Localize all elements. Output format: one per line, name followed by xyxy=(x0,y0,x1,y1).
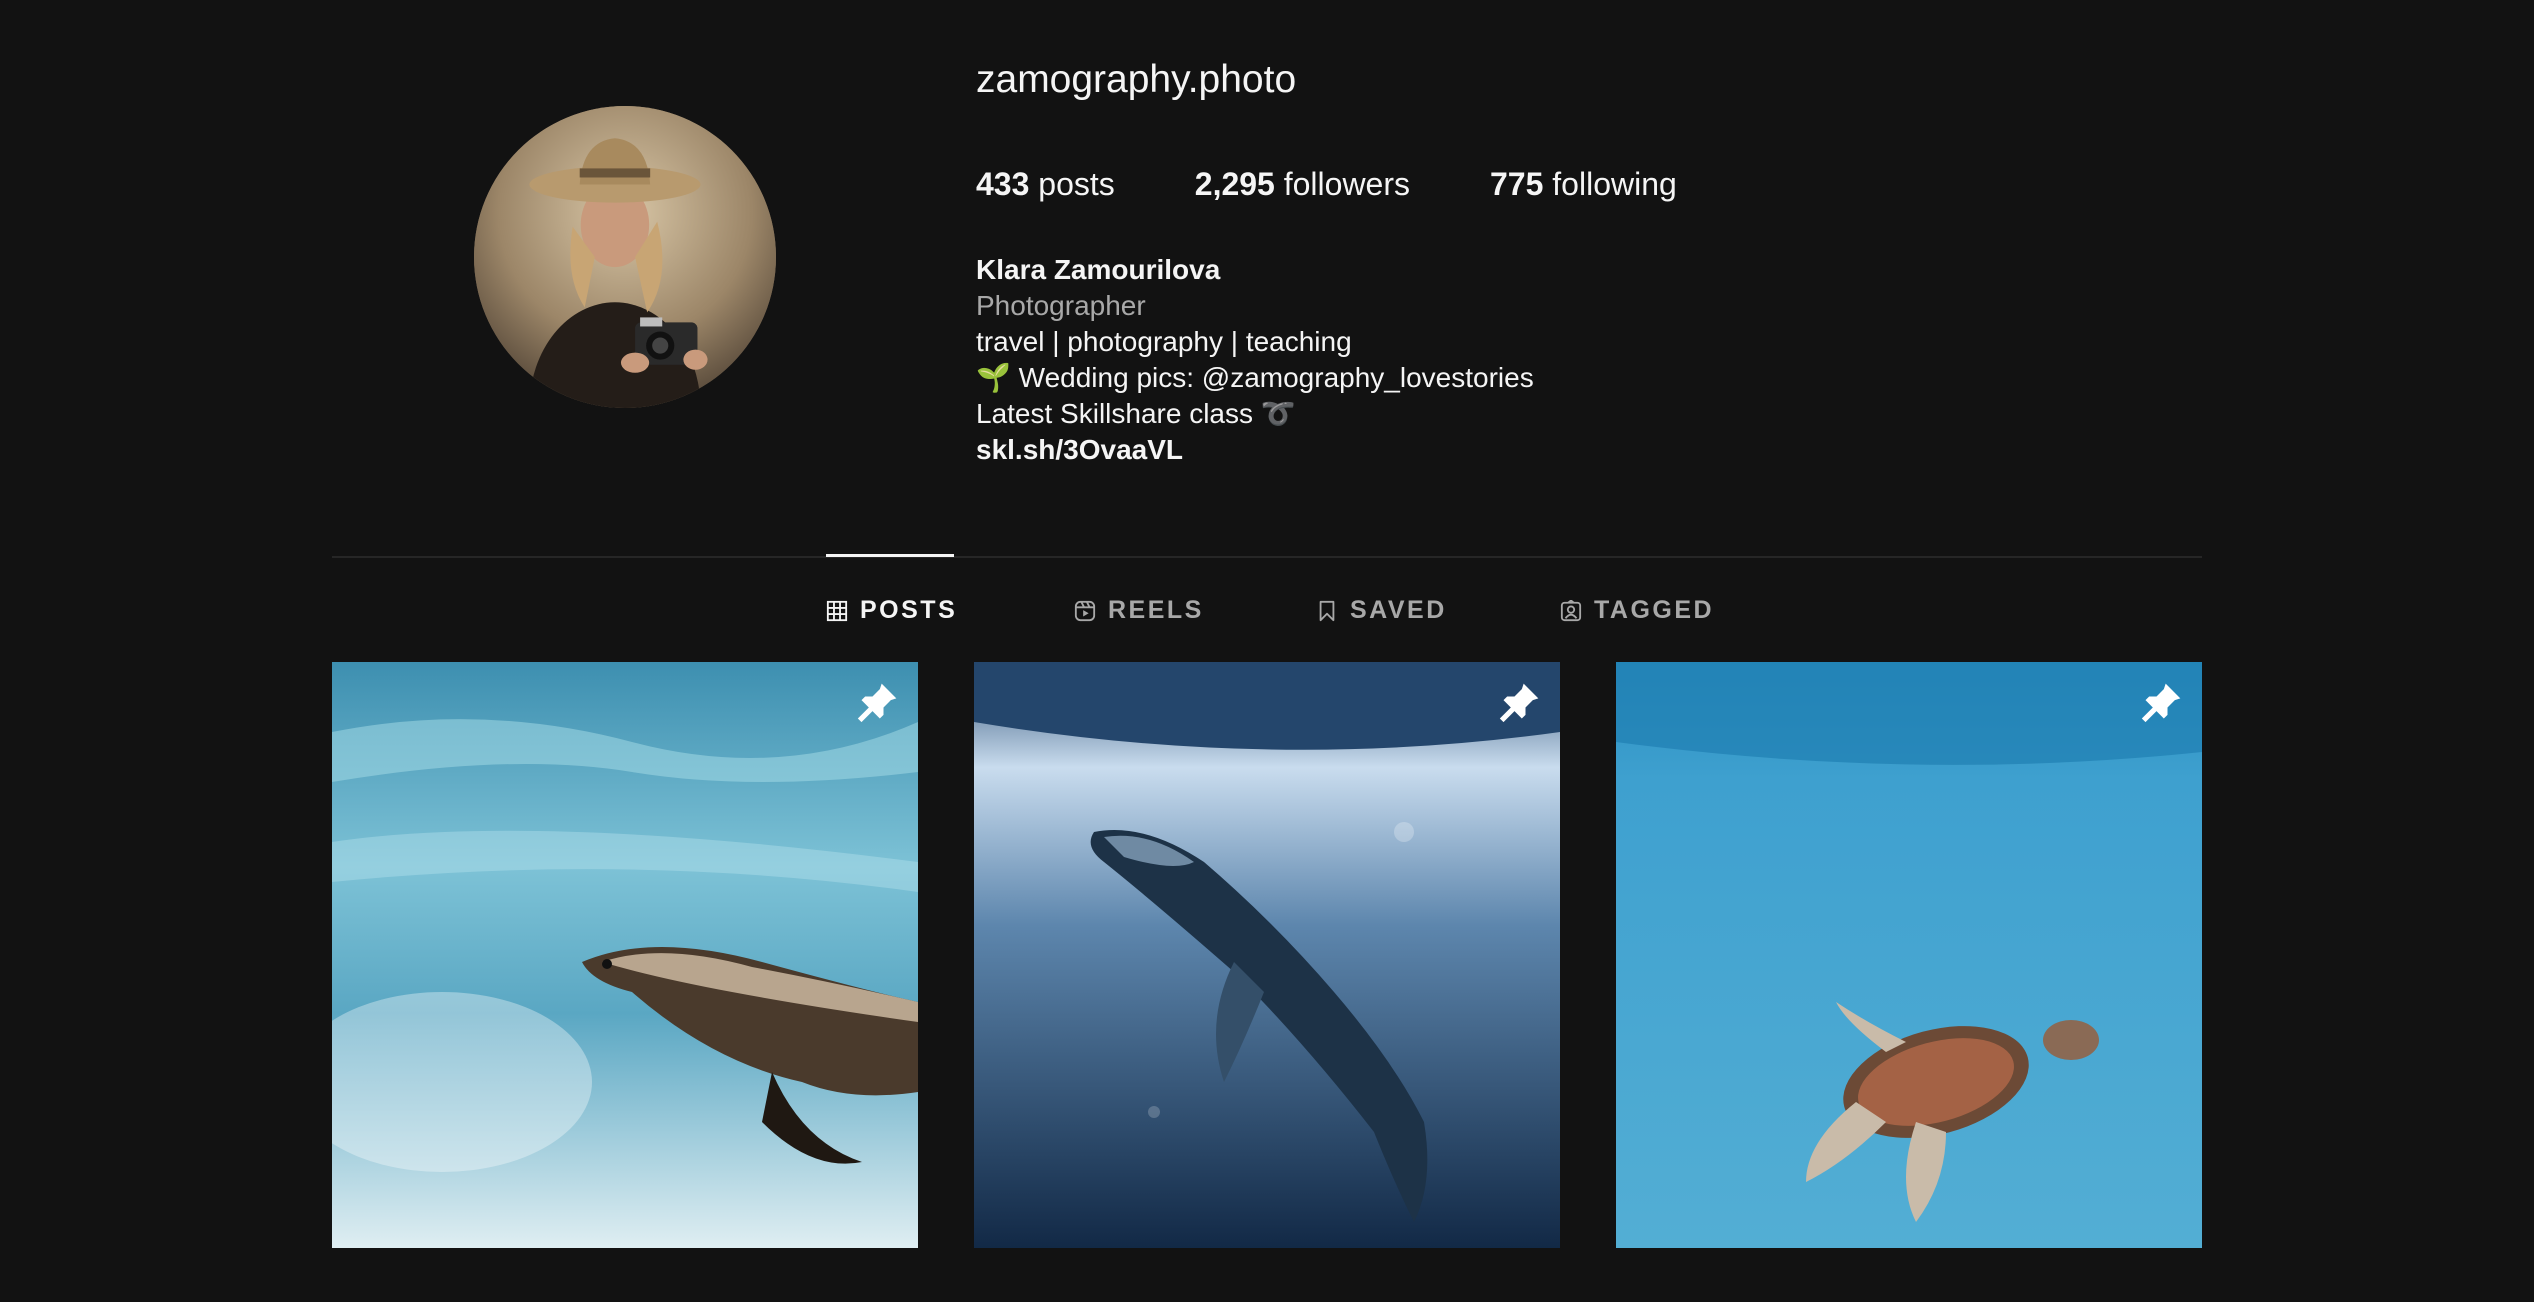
following-label: following xyxy=(1552,166,1677,202)
active-tab-indicator xyxy=(826,554,954,557)
tagged-user-icon xyxy=(1560,599,1582,621)
followers-stat[interactable]: 2,295 followers xyxy=(1195,166,1410,203)
reels-icon xyxy=(1074,600,1096,621)
tab-posts-label: POSTS xyxy=(860,596,958,624)
sea-turtle-photo xyxy=(1616,662,2202,1248)
bio-line-2: 🌱 Wedding pics: @zamography_lovestories xyxy=(976,360,1534,396)
tabs-divider xyxy=(332,556,2202,558)
profile-avatar[interactable] xyxy=(474,106,776,408)
posts-stat: 433 posts xyxy=(976,166,1115,203)
tab-reels-label: REELS xyxy=(1108,596,1204,624)
bio-link[interactable]: skl.sh/3OvaaVL xyxy=(976,432,1534,468)
bookmark-icon xyxy=(1319,600,1335,621)
posts-label: posts xyxy=(1038,166,1115,202)
following-stat[interactable]: 775 following xyxy=(1490,166,1677,203)
grid-icon xyxy=(826,600,848,621)
bio-line-3-text: Latest Skillshare class xyxy=(976,398,1254,429)
post-thumbnail[interactable] xyxy=(974,662,1560,1248)
tab-reels[interactable]: REELS xyxy=(1074,596,1204,625)
avatar-photo xyxy=(474,106,776,408)
post-thumbnail[interactable] xyxy=(1616,662,2202,1248)
tab-posts[interactable]: POSTS xyxy=(826,596,957,625)
tab-tagged-label: TAGGED xyxy=(1594,596,1715,624)
profile-tabs: POSTS REELS SAVED TAGGED xyxy=(0,590,2534,630)
tab-saved-label: SAVED xyxy=(1350,596,1447,624)
pinned-post-icon xyxy=(2141,683,2181,723)
bio-line-1: travel | photography | teaching xyxy=(976,326,1352,357)
tab-tagged[interactable]: TAGGED xyxy=(1560,596,1714,625)
pinned-post-icon xyxy=(857,683,897,723)
bio-line-2-text: Wedding pics: @zamography_lovestories xyxy=(1018,362,1534,393)
posts-count: 433 xyxy=(976,166,1030,202)
profile-username: zamography.photo xyxy=(976,58,1297,101)
profile-bio: Klara Zamourilova Photographer travel | … xyxy=(976,252,1534,468)
followers-label: followers xyxy=(1283,166,1410,202)
seedling-icon: 🌱 xyxy=(976,362,1011,393)
profile-category: Photographer xyxy=(976,290,1146,321)
followers-count: 2,295 xyxy=(1194,166,1275,202)
sea-lion-photo xyxy=(332,662,918,1248)
profile-full-name: Klara Zamourilova xyxy=(976,254,1221,285)
tab-saved[interactable]: SAVED xyxy=(1316,596,1447,625)
humpback-whale-photo xyxy=(974,662,1560,1248)
bio-line-3: Latest Skillshare class ➰ xyxy=(976,396,1534,432)
curly-loop-icon: ➰ xyxy=(1260,398,1296,429)
following-count: 775 xyxy=(1490,166,1544,202)
profile-stats: 433 posts 2,295 followers 775 following xyxy=(976,166,1757,203)
post-thumbnail[interactable] xyxy=(332,662,918,1248)
pinned-post-icon xyxy=(1499,683,1539,723)
